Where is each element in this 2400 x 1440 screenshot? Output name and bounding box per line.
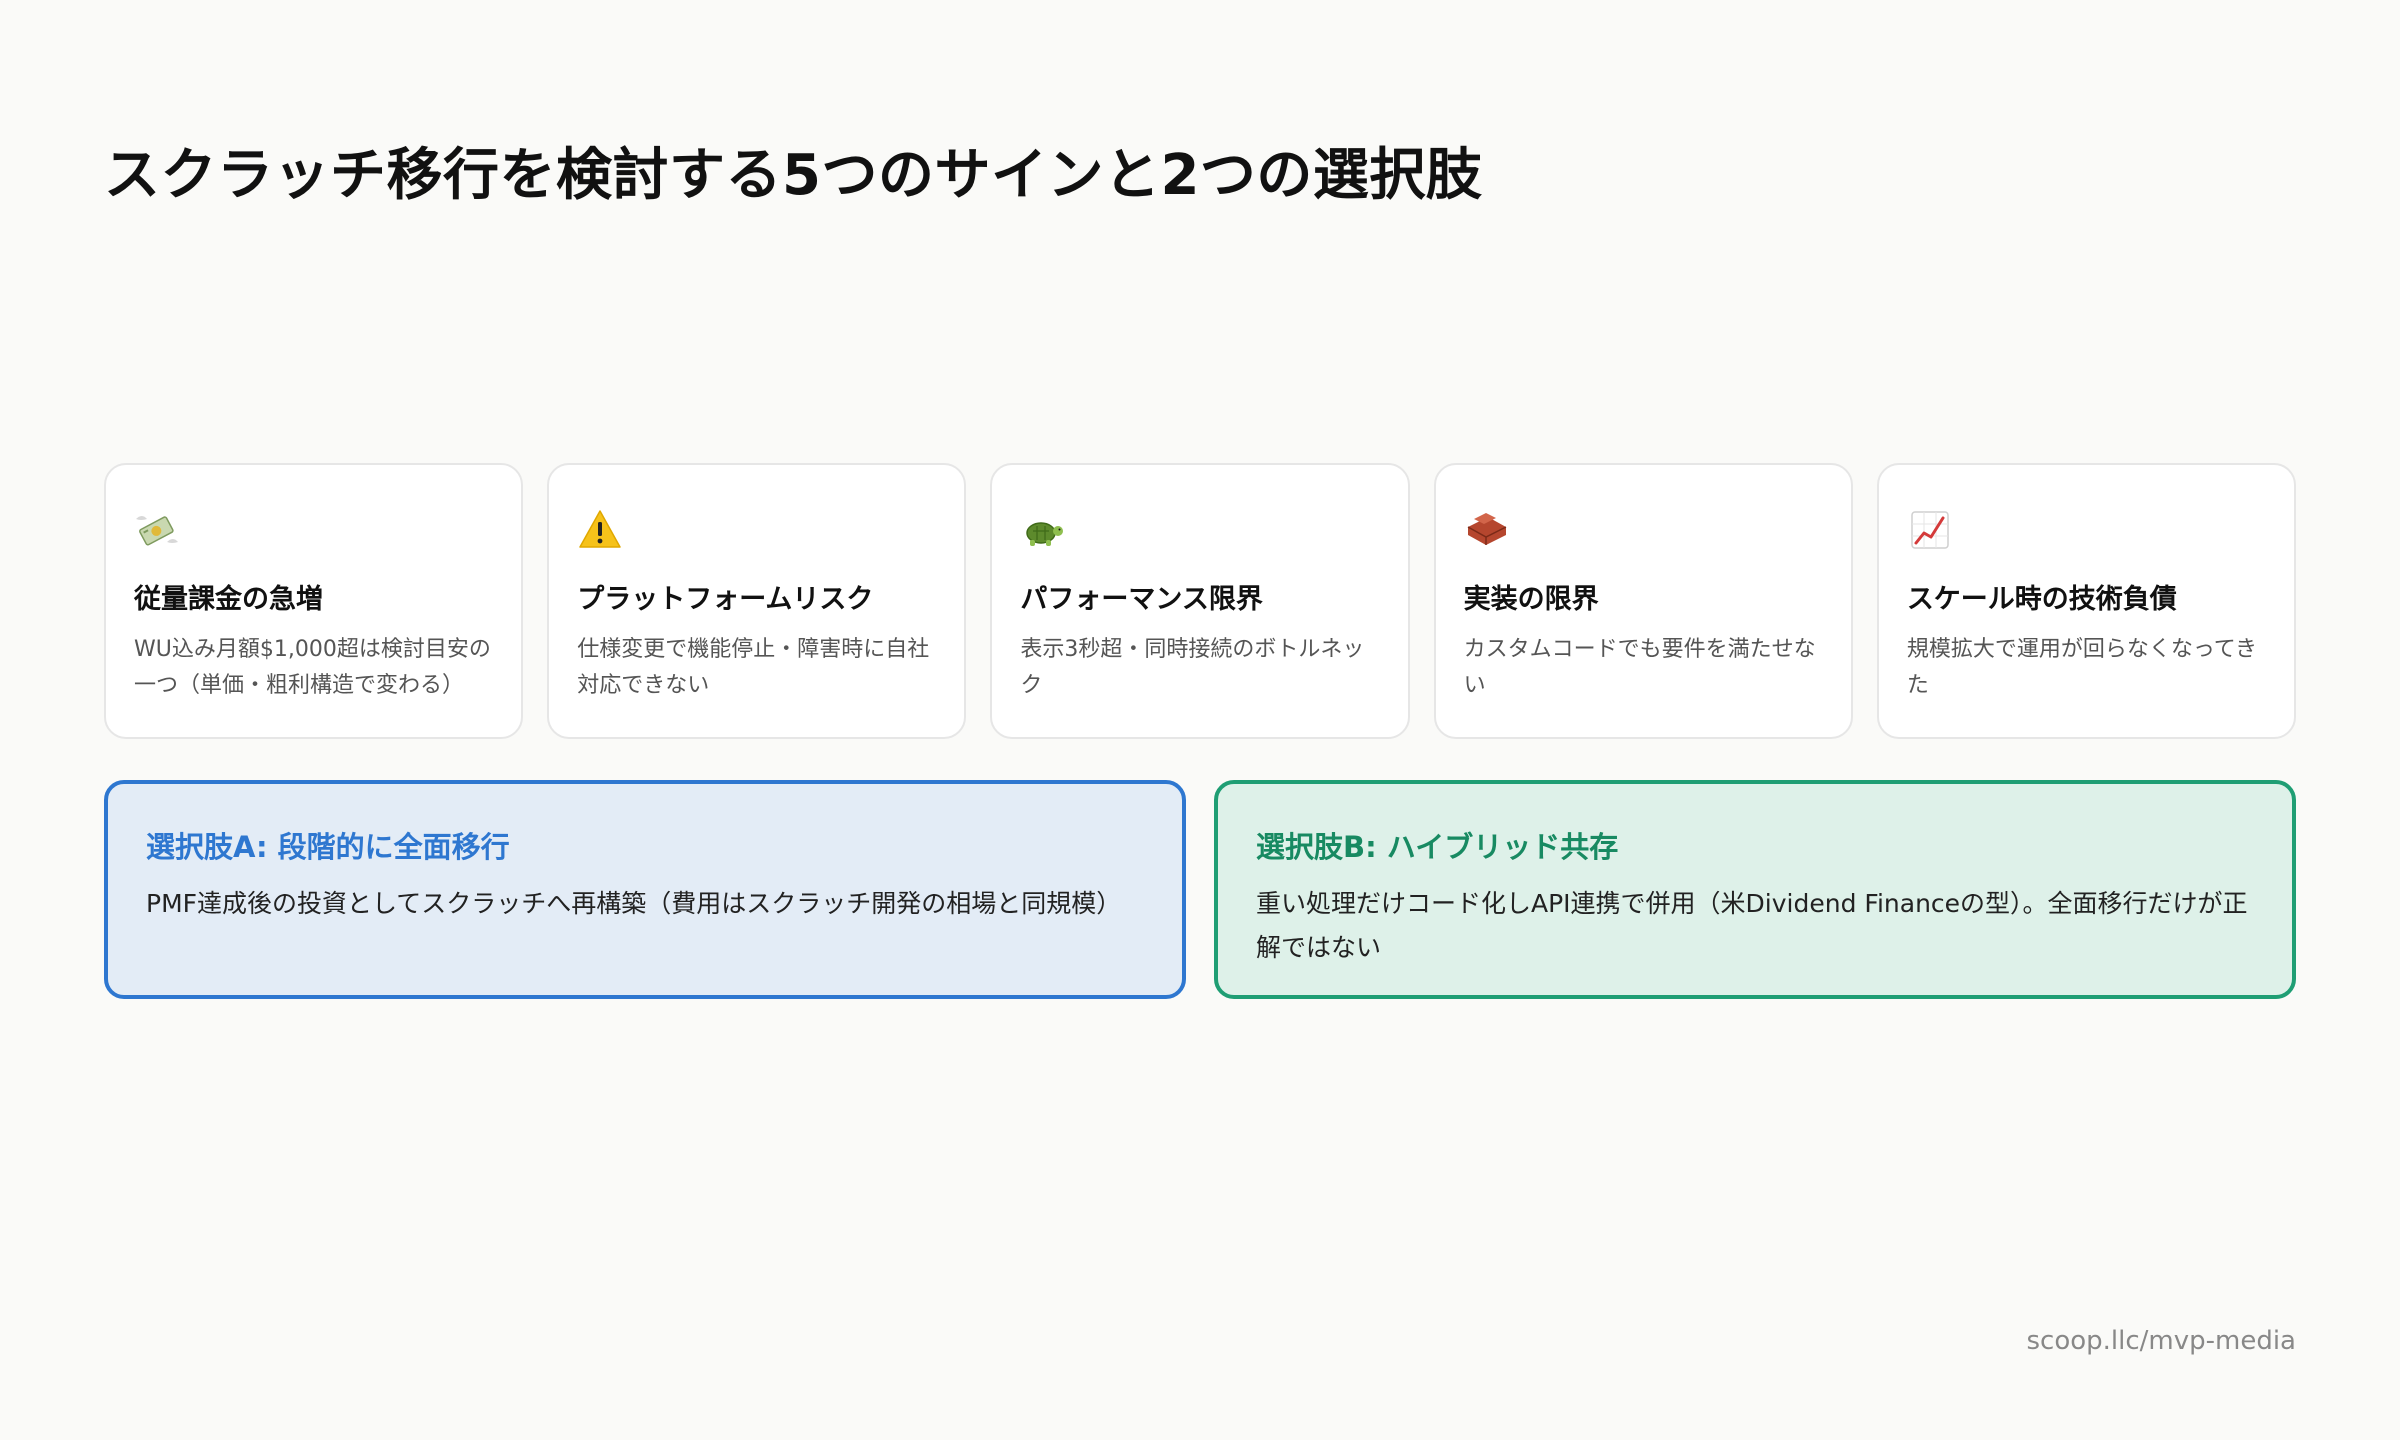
sign-card-title: プラットフォームリスク xyxy=(577,584,874,615)
money-with-wings-icon xyxy=(134,507,180,553)
option-b-title: 選択肢B: ハイブリッド共存 xyxy=(1256,830,1619,864)
source-credit: scoop.llc/mvp-media xyxy=(2026,1326,2296,1356)
sign-card-title: パフォーマンス限界 xyxy=(1020,584,1263,615)
warning-icon xyxy=(577,507,623,553)
sign-cards: 従量課金の急増 WU込み月額$1,000超は検討目安の一つ（単価・粗利構造で変わ… xyxy=(104,463,2297,739)
turtle-icon xyxy=(1020,507,1066,553)
sign-card-title: 従量課金の急増 xyxy=(134,584,323,615)
sign-card-platform-risk: プラットフォームリスク 仕様変更で機能停止・障害時に自社対応できない xyxy=(547,463,967,739)
sign-card-description: 表示3秒超・同時接続のボトルネック xyxy=(1020,637,1365,698)
sign-card-implementation-limit: 実装の限界 カスタムコードでも要件を満たせない xyxy=(1433,463,1853,739)
option-b-panel: 選択肢B: ハイブリッド共存 重い処理だけコード化しAPI連携で併用（米Divi… xyxy=(1214,780,2296,999)
sign-card-description: 仕様変更で機能停止・障害時に自社対応できない xyxy=(577,637,930,698)
sign-card-performance-limit: パフォーマンス限界 表示3秒超・同時接続のボトルネック xyxy=(990,463,1410,739)
sign-card-description: 規模拡大で運用が回らなくなってきた xyxy=(1906,637,2258,698)
sign-card-title: 実装の限界 xyxy=(1463,584,1599,615)
sign-card-title: スケール時の技術負債 xyxy=(1906,584,2177,615)
sign-card-description: カスタムコードでも要件を満たせない xyxy=(1463,637,1816,698)
option-a-panel: 選択肢A: 段階的に全面移行 PMF達成後の投資としてスクラッチへ再構築（費用は… xyxy=(104,780,1186,999)
sign-card-tech-debt: スケール時の技術負債 規模拡大で運用が回らなくなってきた xyxy=(1876,463,2297,739)
sign-card-cost-surge: 従量課金の急増 WU込み月額$1,000超は検討目安の一つ（単価・粗利構造で変わ… xyxy=(104,463,524,739)
option-a-description: PMF達成後の投資としてスクラッチへ再構築（費用はスクラッチ開発の相場と同規模） xyxy=(146,889,1122,918)
bricks-icon xyxy=(1464,507,1510,553)
chart-increasing-icon xyxy=(1907,507,1953,553)
option-panels: 選択肢A: 段階的に全面移行 PMF達成後の投資としてスクラッチへ再構築（費用は… xyxy=(104,780,2296,999)
option-a-title: 選択肢A: 段階的に全面移行 xyxy=(146,830,510,864)
option-b-description: 重い処理だけコード化しAPI連携で併用（米Dividend Financeの型）… xyxy=(1256,889,2248,962)
sign-card-description: WU込み月額$1,000超は検討目安の一つ（単価・粗利構造で変わる） xyxy=(134,637,491,698)
page-title: スクラッチ移行を検討する5つのサインと2つの選択肢 xyxy=(104,142,1483,208)
